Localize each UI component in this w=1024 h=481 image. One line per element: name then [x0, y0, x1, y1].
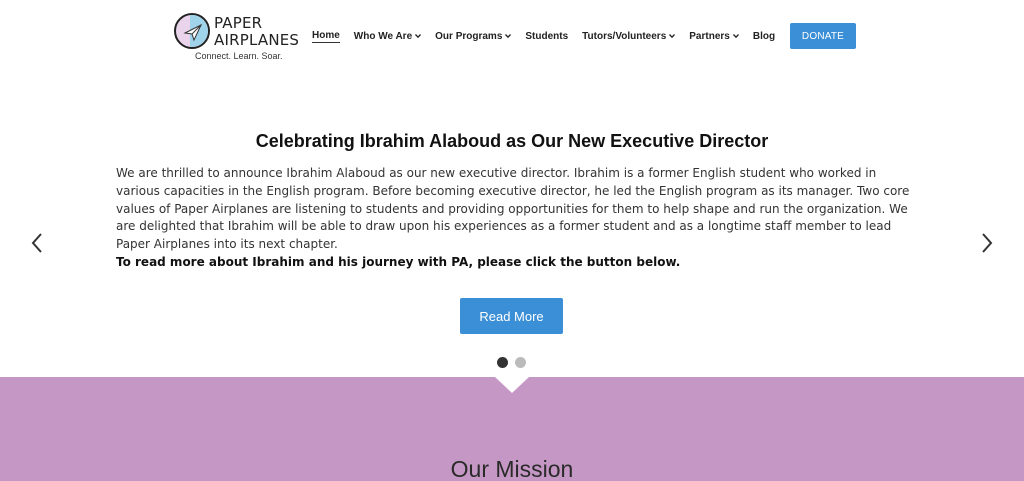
chevron-down-icon	[669, 34, 676, 39]
slider-next-arrow-icon[interactable]	[980, 232, 994, 254]
nav-label: Tutors/Volunteers	[582, 30, 667, 42]
slider-dot-1[interactable]	[497, 357, 508, 368]
nav-label: Partners	[689, 30, 730, 42]
chevron-down-icon	[505, 34, 512, 39]
slider-prev-arrow-icon[interactable]	[30, 232, 44, 254]
nav-item-students[interactable]: Students	[525, 31, 568, 42]
chevron-down-icon	[415, 34, 422, 39]
section-notch	[495, 377, 529, 393]
site-header: PAPER AIRPLANES Connect. Learn. Soar. Ho…	[0, 0, 1024, 70]
nav-label: Our Programs	[435, 30, 503, 42]
logo-text-line1: PAPER	[214, 14, 263, 32]
logo-tagline: Connect. Learn. Soar.	[195, 51, 283, 61]
nav-label: Blog	[752, 30, 776, 42]
nav-item-who-we-are[interactable]: Who We Are	[353, 30, 422, 42]
nav-label: Who We Are	[353, 30, 413, 42]
slide-body: We are thrilled to announce Ibrahim Alab…	[116, 165, 916, 272]
site-logo[interactable]: PAPER AIRPLANES Connect. Learn. Soar.	[174, 13, 304, 63]
nav-label: Students	[525, 30, 569, 42]
slider-pagination	[497, 357, 533, 368]
nav-item-our-programs[interactable]: Our Programs	[435, 30, 512, 42]
slide-paragraph: We are thrilled to announce Ibrahim Alab…	[116, 166, 910, 252]
slide-bold-line: To read more about Ibrahim and his journ…	[116, 254, 681, 269]
slider-dot-2[interactable]	[515, 357, 526, 368]
logo-text-line2: AIRPLANES	[214, 31, 300, 49]
nav-item-partners[interactable]: Partners	[689, 31, 739, 42]
paper-airplane-icon	[174, 13, 210, 49]
read-more-button[interactable]: Read More	[460, 298, 563, 334]
nav-item-tutors-volunteers[interactable]: Tutors/Volunteers	[582, 30, 676, 42]
nav-label: Home	[312, 29, 340, 43]
nav-item-home[interactable]: Home	[312, 30, 340, 43]
main-nav: Home Who We Are Our Programs Students Tu…	[312, 29, 789, 43]
donate-button[interactable]: DONATE	[790, 23, 856, 49]
nav-item-blog[interactable]: Blog	[753, 31, 775, 42]
chevron-down-icon	[732, 34, 739, 39]
mission-title: Our Mission	[450, 456, 574, 481]
slide-title: Celebrating Ibrahim Alaboud as Our New E…	[255, 131, 769, 151]
